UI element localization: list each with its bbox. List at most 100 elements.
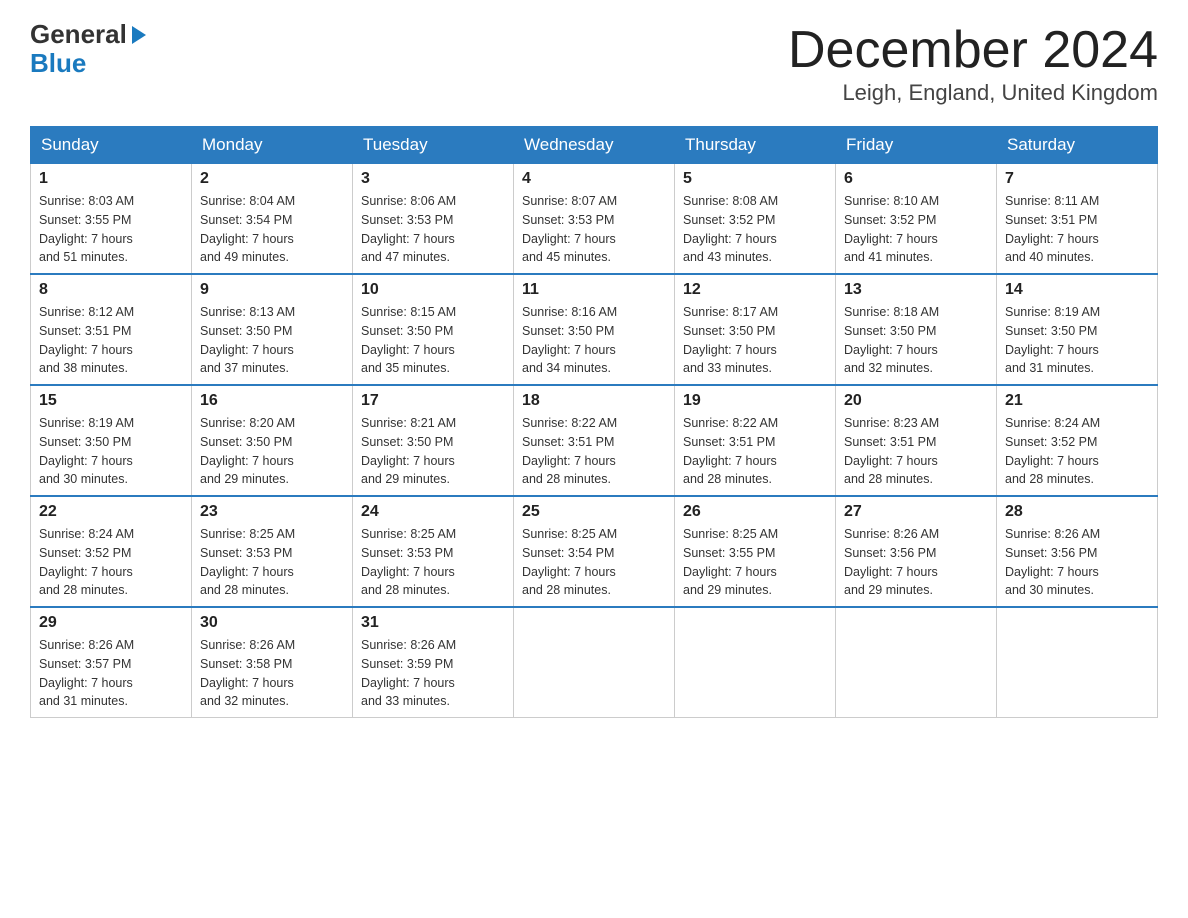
- day-number: 24: [361, 503, 505, 521]
- calendar-cell: 3 Sunrise: 8:06 AM Sunset: 3:53 PM Daylig…: [353, 164, 514, 275]
- calendar-table: SundayMondayTuesdayWednesdayThursdayFrid…: [30, 126, 1158, 718]
- day-number: 28: [1005, 503, 1149, 521]
- logo-arrow-icon: [128, 24, 150, 46]
- logo: General Blue: [30, 20, 150, 76]
- day-number: 27: [844, 503, 988, 521]
- header-saturday: Saturday: [997, 127, 1158, 164]
- calendar-week-2: 8Sunrise: 8:12 AM Sunset: 3:51 PM Daylig…: [31, 274, 1158, 385]
- calendar-week-1: 1Sunrise: 8:03 AM Sunset: 3:55 PM Daylig…: [31, 164, 1158, 275]
- day-number: 14: [1005, 281, 1149, 299]
- location: Leigh, England, United Kingdom: [788, 80, 1158, 106]
- day-number: 13: [844, 281, 988, 299]
- day-number: 25: [522, 503, 666, 521]
- day-number: 29: [39, 614, 183, 632]
- page-header: General Blue December 2024 Leigh, Englan…: [30, 20, 1158, 106]
- day-number: 19: [683, 392, 827, 410]
- header-friday: Friday: [836, 127, 997, 164]
- day-info: Sunrise: 8:11 AM Sunset: 3:51 PM Dayligh…: [1005, 192, 1149, 267]
- day-info: Sunrise: 8:21 AM Sunset: 3:50 PM Dayligh…: [361, 414, 505, 489]
- calendar-cell: 29 Sunrise: 8:26 AM Sunset: 3:57 PM Dayli…: [31, 607, 192, 718]
- calendar-cell: 6Sunrise: 8:10 AM Sunset: 3:52 PM Daylig…: [836, 164, 997, 275]
- day-info: Sunrise: 8:10 AM Sunset: 3:52 PM Dayligh…: [844, 192, 988, 267]
- day-info: Sunrise: 8:03 AM Sunset: 3:55 PM Dayligh…: [39, 192, 183, 267]
- day-info: Sunrise: 8:17 AM Sunset: 3:50 PM Dayligh…: [683, 303, 827, 378]
- day-info: Sunrise: 8:25 AM Sunset: 3:53 PM Dayligh…: [361, 525, 505, 600]
- calendar-cell: 2 Sunrise: 8:04 AM Sunset: 3:54 PM Daylig…: [192, 164, 353, 275]
- day-info: Sunrise: 8:08 AM Sunset: 3:52 PM Dayligh…: [683, 192, 827, 267]
- day-info: Sunrise: 8:25 AM Sunset: 3:55 PM Dayligh…: [683, 525, 827, 600]
- day-info: Sunrise: 8:26 AM Sunset: 3:57 PM Dayligh…: [39, 636, 183, 711]
- day-number: 10: [361, 281, 505, 299]
- day-info: Sunrise: 8:04 AM Sunset: 3:54 PM Dayligh…: [200, 192, 344, 267]
- calendar-cell: 25 Sunrise: 8:25 AM Sunset: 3:54 PM Dayli…: [514, 496, 675, 607]
- day-info: Sunrise: 8:26 AM Sunset: 3:58 PM Dayligh…: [200, 636, 344, 711]
- calendar-cell: 20Sunrise: 8:23 AM Sunset: 3:51 PM Dayli…: [836, 385, 997, 496]
- calendar-cell: 22Sunrise: 8:24 AM Sunset: 3:52 PM Dayli…: [31, 496, 192, 607]
- day-number: 16: [200, 392, 344, 410]
- calendar-cell: 12 Sunrise: 8:17 AM Sunset: 3:50 PM Dayli…: [675, 274, 836, 385]
- calendar-cell: [997, 607, 1158, 718]
- day-info: Sunrise: 8:07 AM Sunset: 3:53 PM Dayligh…: [522, 192, 666, 267]
- calendar-cell: 9 Sunrise: 8:13 AM Sunset: 3:50 PM Daylig…: [192, 274, 353, 385]
- day-number: 26: [683, 503, 827, 521]
- calendar-cell: 8Sunrise: 8:12 AM Sunset: 3:51 PM Daylig…: [31, 274, 192, 385]
- calendar-cell: [514, 607, 675, 718]
- day-info: Sunrise: 8:19 AM Sunset: 3:50 PM Dayligh…: [39, 414, 183, 489]
- day-number: 2: [200, 170, 344, 188]
- calendar-week-4: 22Sunrise: 8:24 AM Sunset: 3:52 PM Dayli…: [31, 496, 1158, 607]
- day-number: 15: [39, 392, 183, 410]
- calendar-cell: 13 Sunrise: 8:18 AM Sunset: 3:50 PM Dayli…: [836, 274, 997, 385]
- day-info: Sunrise: 8:16 AM Sunset: 3:50 PM Dayligh…: [522, 303, 666, 378]
- calendar-cell: 7 Sunrise: 8:11 AM Sunset: 3:51 PM Daylig…: [997, 164, 1158, 275]
- day-number: 22: [39, 503, 183, 521]
- day-info: Sunrise: 8:22 AM Sunset: 3:51 PM Dayligh…: [522, 414, 666, 489]
- day-info: Sunrise: 8:25 AM Sunset: 3:53 PM Dayligh…: [200, 525, 344, 600]
- calendar-cell: 18 Sunrise: 8:22 AM Sunset: 3:51 PM Dayli…: [514, 385, 675, 496]
- calendar-cell: 21 Sunrise: 8:24 AM Sunset: 3:52 PM Dayli…: [997, 385, 1158, 496]
- day-info: Sunrise: 8:26 AM Sunset: 3:59 PM Dayligh…: [361, 636, 505, 711]
- logo-blue: Blue: [30, 50, 150, 76]
- calendar-cell: 16 Sunrise: 8:20 AM Sunset: 3:50 PM Dayli…: [192, 385, 353, 496]
- header-sunday: Sunday: [31, 127, 192, 164]
- day-info: Sunrise: 8:22 AM Sunset: 3:51 PM Dayligh…: [683, 414, 827, 489]
- logo-general: General: [30, 20, 127, 50]
- calendar-cell: 31 Sunrise: 8:26 AM Sunset: 3:59 PM Dayli…: [353, 607, 514, 718]
- calendar-cell: 19 Sunrise: 8:22 AM Sunset: 3:51 PM Dayli…: [675, 385, 836, 496]
- calendar-cell: 5Sunrise: 8:08 AM Sunset: 3:52 PM Daylig…: [675, 164, 836, 275]
- day-number: 11: [522, 281, 666, 299]
- header-monday: Monday: [192, 127, 353, 164]
- header-tuesday: Tuesday: [353, 127, 514, 164]
- title-block: December 2024 Leigh, England, United Kin…: [788, 20, 1158, 106]
- calendar-cell: 23Sunrise: 8:25 AM Sunset: 3:53 PM Dayli…: [192, 496, 353, 607]
- day-info: Sunrise: 8:24 AM Sunset: 3:52 PM Dayligh…: [1005, 414, 1149, 489]
- day-info: Sunrise: 8:26 AM Sunset: 3:56 PM Dayligh…: [1005, 525, 1149, 600]
- calendar-cell: 10 Sunrise: 8:15 AM Sunset: 3:50 PM Dayli…: [353, 274, 514, 385]
- day-info: Sunrise: 8:13 AM Sunset: 3:50 PM Dayligh…: [200, 303, 344, 378]
- calendar-cell: 14 Sunrise: 8:19 AM Sunset: 3:50 PM Dayli…: [997, 274, 1158, 385]
- calendar-cell: 28 Sunrise: 8:26 AM Sunset: 3:56 PM Dayli…: [997, 496, 1158, 607]
- calendar-cell: 11 Sunrise: 8:16 AM Sunset: 3:50 PM Dayli…: [514, 274, 675, 385]
- day-info: Sunrise: 8:06 AM Sunset: 3:53 PM Dayligh…: [361, 192, 505, 267]
- day-number: 7: [1005, 170, 1149, 188]
- day-number: 30: [200, 614, 344, 632]
- calendar-cell: 1Sunrise: 8:03 AM Sunset: 3:55 PM Daylig…: [31, 164, 192, 275]
- day-info: Sunrise: 8:26 AM Sunset: 3:56 PM Dayligh…: [844, 525, 988, 600]
- day-number: 18: [522, 392, 666, 410]
- day-number: 21: [1005, 392, 1149, 410]
- calendar-cell: [675, 607, 836, 718]
- day-info: Sunrise: 8:20 AM Sunset: 3:50 PM Dayligh…: [200, 414, 344, 489]
- calendar-cell: 4 Sunrise: 8:07 AM Sunset: 3:53 PM Daylig…: [514, 164, 675, 275]
- calendar-cell: [836, 607, 997, 718]
- day-number: 12: [683, 281, 827, 299]
- calendar-cell: 15 Sunrise: 8:19 AM Sunset: 3:50 PM Dayli…: [31, 385, 192, 496]
- day-info: Sunrise: 8:25 AM Sunset: 3:54 PM Dayligh…: [522, 525, 666, 600]
- day-info: Sunrise: 8:19 AM Sunset: 3:50 PM Dayligh…: [1005, 303, 1149, 378]
- day-info: Sunrise: 8:18 AM Sunset: 3:50 PM Dayligh…: [844, 303, 988, 378]
- day-number: 31: [361, 614, 505, 632]
- calendar-header-row: SundayMondayTuesdayWednesdayThursdayFrid…: [31, 127, 1158, 164]
- day-number: 9: [200, 281, 344, 299]
- day-number: 3: [361, 170, 505, 188]
- day-number: 4: [522, 170, 666, 188]
- day-number: 17: [361, 392, 505, 410]
- day-info: Sunrise: 8:15 AM Sunset: 3:50 PM Dayligh…: [361, 303, 505, 378]
